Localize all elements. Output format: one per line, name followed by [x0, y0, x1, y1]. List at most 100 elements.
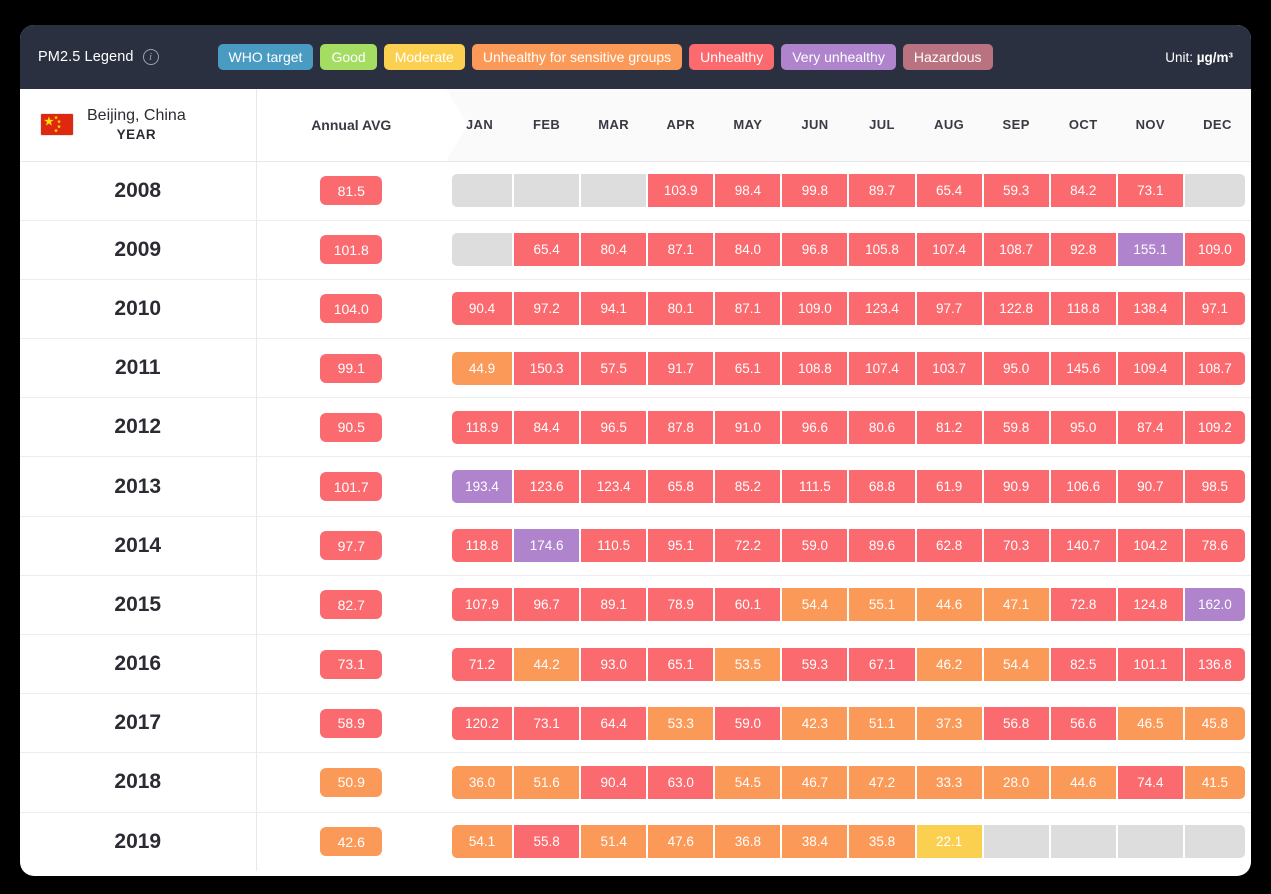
- month-value[interactable]: 80.1: [648, 292, 714, 326]
- month-value[interactable]: 47.2: [849, 765, 915, 799]
- month-value[interactable]: 90.9: [983, 470, 1049, 504]
- annual-avg-value[interactable]: 101.7: [320, 472, 383, 502]
- month-value[interactable]: 94.1: [581, 292, 647, 326]
- legend-chip[interactable]: Good: [320, 44, 377, 70]
- month-value[interactable]: 124.8: [1117, 588, 1183, 622]
- month-value[interactable]: 118.9: [452, 410, 513, 444]
- month-value[interactable]: 65.4: [514, 233, 580, 267]
- month-value[interactable]: 118.8: [1050, 292, 1116, 326]
- month-value[interactable]: 53.3: [648, 706, 714, 740]
- info-icon[interactable]: i: [142, 49, 159, 65]
- month-value[interactable]: 42.3: [782, 706, 848, 740]
- month-value[interactable]: 51.4: [581, 825, 647, 859]
- month-value[interactable]: 162.0: [1184, 588, 1245, 622]
- month-value[interactable]: 108.7: [983, 233, 1049, 267]
- month-value[interactable]: 80.6: [849, 410, 915, 444]
- month-value[interactable]: 111.5: [782, 470, 848, 504]
- month-value[interactable]: 80.4: [581, 233, 647, 267]
- month-value[interactable]: 103.7: [916, 351, 982, 385]
- annual-avg-value[interactable]: 97.7: [320, 531, 383, 561]
- month-value[interactable]: 65.1: [648, 647, 714, 681]
- month-value[interactable]: 123.6: [514, 470, 580, 504]
- annual-avg-value[interactable]: 42.6: [320, 827, 383, 857]
- annual-avg-value[interactable]: 99.1: [320, 353, 383, 383]
- month-value[interactable]: 62.8: [916, 529, 982, 563]
- month-value[interactable]: 54.4: [983, 647, 1049, 681]
- month-value[interactable]: 145.6: [1050, 351, 1116, 385]
- month-value[interactable]: 47.1: [983, 588, 1049, 622]
- month-value[interactable]: 64.4: [581, 706, 647, 740]
- month-value[interactable]: 87.8: [648, 410, 714, 444]
- legend-chip[interactable]: Unhealthy: [689, 44, 775, 70]
- month-value[interactable]: 90.4: [452, 292, 513, 326]
- month-value[interactable]: 59.8: [983, 410, 1049, 444]
- month-value[interactable]: 150.3: [514, 351, 580, 385]
- month-value[interactable]: 84.4: [514, 410, 580, 444]
- month-value[interactable]: 84.2: [1050, 174, 1116, 208]
- month-value[interactable]: 61.9: [916, 470, 982, 504]
- month-value[interactable]: 55.1: [849, 588, 915, 622]
- month-value[interactable]: 44.6: [916, 588, 982, 622]
- month-value[interactable]: 63.0: [648, 765, 714, 799]
- month-value[interactable]: 109.0: [1184, 233, 1245, 267]
- month-value[interactable]: 84.0: [715, 233, 781, 267]
- month-value[interactable]: 44.6: [1050, 765, 1116, 799]
- month-value[interactable]: 33.3: [916, 765, 982, 799]
- annual-avg-value[interactable]: 104.0: [320, 294, 383, 324]
- month-value[interactable]: 99.8: [782, 174, 848, 208]
- month-value[interactable]: 89.7: [849, 174, 915, 208]
- annual-avg-value[interactable]: 90.5: [320, 412, 383, 442]
- month-value[interactable]: 73.1: [514, 706, 580, 740]
- month-value[interactable]: 107.4: [916, 233, 982, 267]
- month-value[interactable]: 120.2: [452, 706, 513, 740]
- month-value[interactable]: 55.8: [514, 825, 580, 859]
- month-value[interactable]: 74.4: [1117, 765, 1183, 799]
- month-value[interactable]: 35.8: [849, 825, 915, 859]
- month-value[interactable]: 109.0: [782, 292, 848, 326]
- month-value[interactable]: 56.8: [983, 706, 1049, 740]
- month-value[interactable]: 106.6: [1050, 470, 1116, 504]
- month-value[interactable]: 45.8: [1184, 706, 1245, 740]
- month-value[interactable]: 92.8: [1050, 233, 1116, 267]
- month-value[interactable]: 72.2: [715, 529, 781, 563]
- month-value[interactable]: 107.4: [849, 351, 915, 385]
- month-value[interactable]: 104.2: [1117, 529, 1183, 563]
- month-value[interactable]: 110.5: [581, 529, 647, 563]
- month-value[interactable]: 51.1: [849, 706, 915, 740]
- month-value[interactable]: 46.7: [782, 765, 848, 799]
- month-value[interactable]: 72.8: [1050, 588, 1116, 622]
- month-value[interactable]: 123.4: [581, 470, 647, 504]
- month-value[interactable]: 59.0: [715, 706, 781, 740]
- month-value[interactable]: 41.5: [1184, 765, 1245, 799]
- month-value[interactable]: 97.7: [916, 292, 982, 326]
- month-value[interactable]: 136.8: [1184, 647, 1245, 681]
- month-value[interactable]: 46.5: [1117, 706, 1183, 740]
- month-value[interactable]: 78.6: [1184, 529, 1245, 563]
- month-value[interactable]: 68.8: [849, 470, 915, 504]
- month-value[interactable]: 70.3: [983, 529, 1049, 563]
- month-value[interactable]: 47.6: [648, 825, 714, 859]
- month-value[interactable]: 54.4: [782, 588, 848, 622]
- month-value[interactable]: 44.9: [452, 351, 513, 385]
- month-value[interactable]: 65.8: [648, 470, 714, 504]
- month-value[interactable]: 95.0: [983, 351, 1049, 385]
- annual-avg-value[interactable]: 101.8: [320, 235, 383, 265]
- month-value[interactable]: 96.6: [782, 410, 848, 444]
- month-value[interactable]: 59.3: [983, 174, 1049, 208]
- month-value[interactable]: 54.1: [452, 825, 513, 859]
- month-value[interactable]: 82.5: [1050, 647, 1116, 681]
- month-value[interactable]: 44.2: [514, 647, 580, 681]
- month-value[interactable]: 93.0: [581, 647, 647, 681]
- month-value[interactable]: 60.1: [715, 588, 781, 622]
- month-value[interactable]: 78.9: [648, 588, 714, 622]
- month-value[interactable]: 65.1: [715, 351, 781, 385]
- legend-chip[interactable]: Moderate: [383, 44, 465, 70]
- month-value[interactable]: 91.7: [648, 351, 714, 385]
- month-value[interactable]: 38.4: [782, 825, 848, 859]
- month-value[interactable]: 65.4: [916, 174, 982, 208]
- annual-avg-value[interactable]: 82.7: [320, 590, 383, 620]
- month-value[interactable]: 28.0: [983, 765, 1049, 799]
- month-value[interactable]: 51.6: [514, 765, 580, 799]
- legend-chip[interactable]: Very unhealthy: [781, 44, 896, 70]
- month-value[interactable]: 118.8: [452, 529, 513, 563]
